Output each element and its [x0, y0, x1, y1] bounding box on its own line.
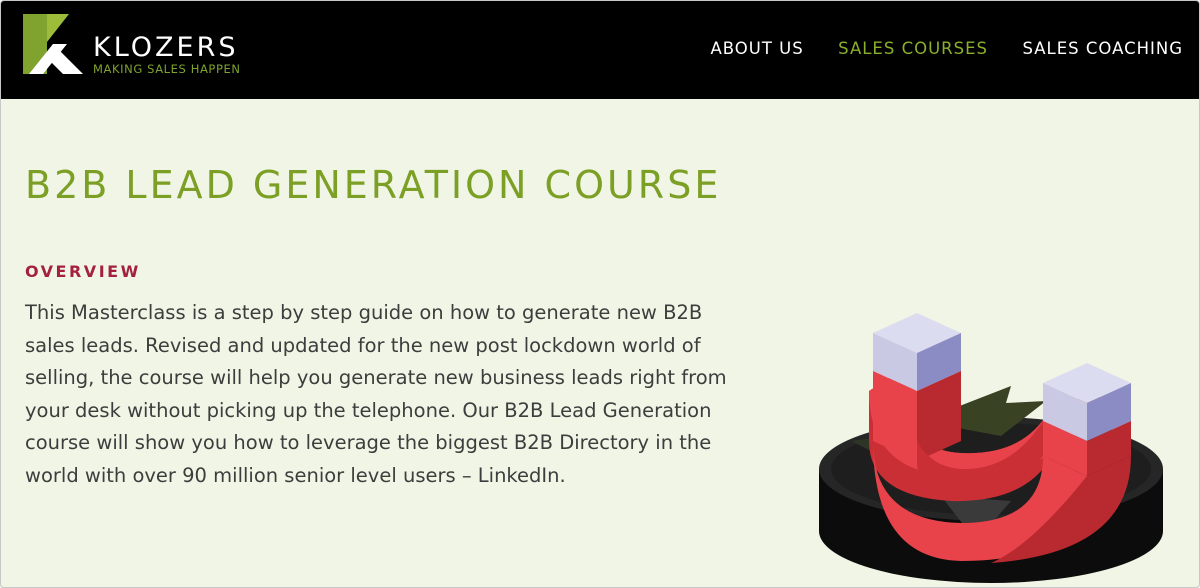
- site-header: KLOZERS MAKING SALES HAPPEN ABOUT US SAL…: [1, 1, 1199, 99]
- nav-about-us[interactable]: ABOUT US: [710, 39, 803, 58]
- klozers-logo[interactable]: KLOZERS MAKING SALES HAPPEN: [23, 14, 263, 78]
- overview-heading: OVERVIEW: [25, 262, 141, 281]
- nav-sales-coaching[interactable]: SALES COACHING: [1022, 39, 1183, 58]
- nav-sales-courses[interactable]: SALES COURSES: [838, 39, 988, 58]
- k-logo-icon: [23, 14, 83, 74]
- page-title: B2B LEAD GENERATION COURSE: [25, 163, 722, 207]
- page-frame: KLOZERS MAKING SALES HAPPEN ABOUT US SAL…: [0, 0, 1200, 588]
- course-description: This Masterclass is a step by step guide…: [25, 301, 727, 487]
- magnet-illustration: [811, 291, 1191, 587]
- magnet-icon: [819, 313, 1163, 583]
- brand-tagline: MAKING SALES HAPPEN: [93, 62, 241, 76]
- main-nav: ABOUT US SALES COURSES SALES COACHING: [680, 39, 1183, 59]
- brand-name: KLOZERS: [93, 32, 239, 63]
